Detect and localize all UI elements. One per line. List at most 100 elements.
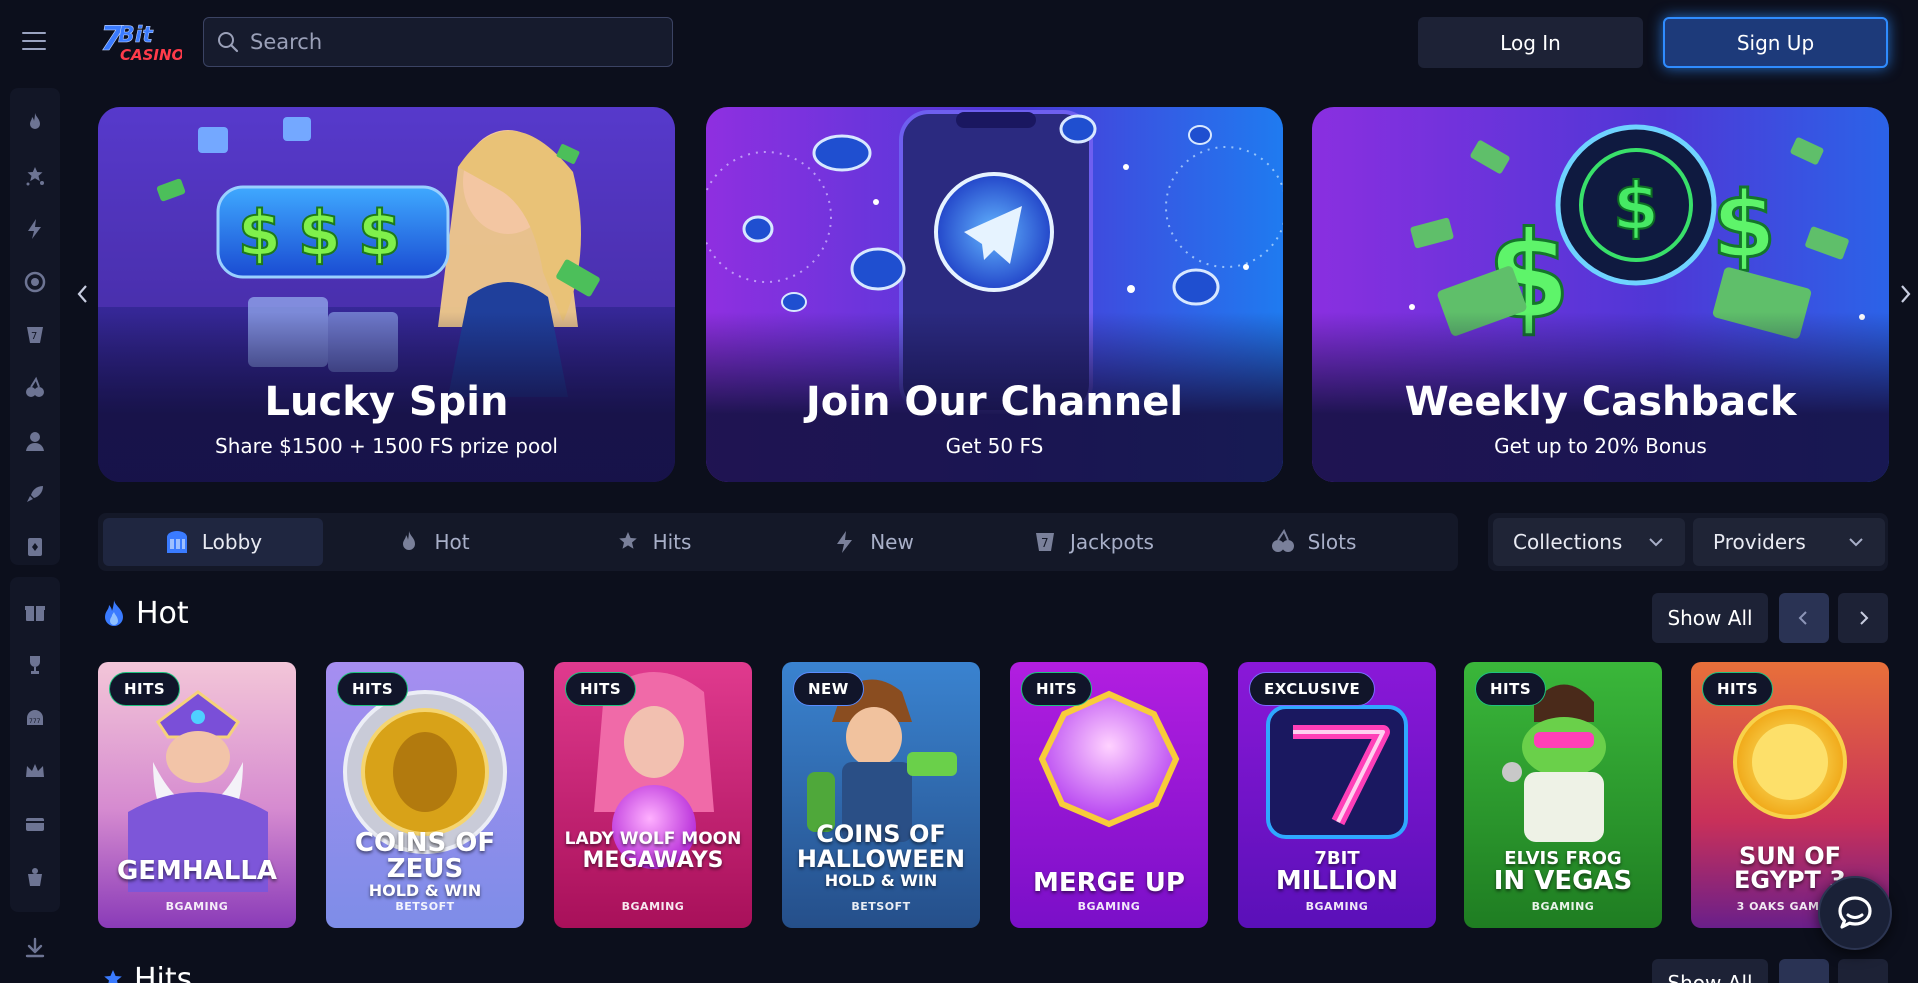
cherries-icon (1271, 529, 1294, 552)
sidebar-item-live[interactable] (10, 414, 60, 467)
tab-jackpots[interactable]: 7 Jackpots (983, 518, 1203, 566)
game-title-main: LADY WOLF MOON (564, 829, 742, 849)
banner-join-channel[interactable]: Join Our Channel Get 50 FS (706, 107, 1283, 482)
chat-icon (1838, 896, 1872, 929)
hits-prev-button[interactable] (1779, 959, 1829, 983)
filter-dropdowns: Collections Providers (1488, 513, 1888, 571)
banner-lucky-spin[interactable]: $ $ $ Lucky Spin Share $1500 + 1500 FS p… (98, 107, 675, 482)
game-subtitle: HOLD & WIN (368, 881, 482, 900)
tab-label: Jackpots (1070, 530, 1154, 554)
hits-next-button[interactable] (1838, 959, 1888, 983)
banner-subtitle: Get 50 FS (945, 434, 1044, 458)
sidebar-item-bonuses[interactable] (10, 585, 60, 638)
chevron-left-icon (1798, 611, 1807, 625)
section-title-hot: Hot (100, 596, 189, 631)
tab-label: Slots (1307, 530, 1357, 554)
game-card-7bit-million[interactable]: EXCLUSIVE 7BIT MILLION BGAMING (1238, 662, 1436, 928)
sidebar-item-slots[interactable] (10, 361, 60, 414)
hot-next-button[interactable] (1838, 593, 1888, 643)
collections-dropdown[interactable]: Collections (1493, 518, 1685, 566)
svg-text:$: $ (238, 197, 281, 270)
sidebar-item-hits[interactable] (10, 149, 60, 202)
sidebar-item-crash[interactable] (10, 467, 60, 520)
game-title: ELVIS FROG IN VEGAS (1470, 850, 1656, 896)
svg-text:7: 7 (31, 331, 37, 342)
search-input[interactable] (250, 30, 650, 54)
show-all-hits-button[interactable]: Show All (1652, 959, 1768, 983)
banner-title: Lucky Spin (264, 379, 509, 425)
sidebar-item-jackpots[interactable]: 7 (10, 308, 60, 361)
game-card-coins-of-zeus[interactable]: HITS COINS OF ZEUS HOLD & WIN BETSOFT (326, 662, 524, 928)
signup-button[interactable]: Sign Up (1663, 17, 1888, 68)
providers-dropdown[interactable]: Providers (1693, 518, 1885, 566)
game-provider: BGAMING (1531, 900, 1595, 913)
game-badge: HITS (337, 672, 409, 706)
tab-label: Lobby (201, 530, 263, 554)
tab-hot[interactable]: Hot (323, 518, 543, 566)
stars-icon (26, 166, 44, 185)
sidebar-item-shop[interactable] (10, 850, 60, 903)
sidebar-item-tournaments[interactable] (10, 638, 60, 691)
banner-weekly-cashback[interactable]: $ $ $ Weekly Cashback Get up to 20% Bonu… (1312, 107, 1889, 482)
game-title: GEMHALLA (116, 856, 278, 886)
game-subtitle: MEGAWAYS (582, 848, 724, 873)
sidebar-item-target[interactable] (10, 255, 60, 308)
sidebar-item-payments[interactable] (10, 797, 60, 850)
fire-icon (403, 531, 416, 550)
game-title: LADY WOLF MOON MEGAWAYS (560, 830, 746, 874)
game-card-elvis-frog[interactable]: HITS ELVIS FROG IN VEGAS BGAMING (1464, 662, 1662, 928)
dealer-icon (26, 431, 44, 451)
game-provider: BGAMING (1305, 900, 1369, 913)
game-title-main: COINS OF HALLOWEEN (796, 820, 966, 873)
tab-label: Hits (652, 530, 692, 554)
svg-text:777: 777 (29, 718, 41, 725)
game-title-main: COINS OF ZEUS (354, 828, 496, 884)
banner-next-button[interactable] (1895, 282, 1915, 306)
jackpot-icon: 7 (27, 326, 43, 343)
category-tabs: Lobby Hot Hits New 7 Jackpots Slots (98, 513, 1458, 571)
chevron-down-icon (1849, 538, 1863, 547)
game-subtitle: IN VEGAS (1493, 866, 1633, 896)
sidebar-item-download[interactable] (10, 926, 60, 970)
login-button[interactable]: Log In (1418, 17, 1643, 68)
sidebar-promotions: 777 (10, 577, 60, 912)
target-icon (24, 271, 46, 292)
tab-slots[interactable]: Slots (1203, 518, 1423, 566)
banner-prev-button[interactable] (73, 282, 93, 306)
sidebar-item-lottery[interactable]: 777 (10, 691, 60, 744)
game-badge: HITS (1702, 672, 1774, 706)
game-card-coins-of-halloween[interactable]: NEW COINS OF HALLOWEEN HOLD & WIN BETSOFT (782, 662, 980, 928)
menu-icon[interactable] (22, 32, 46, 52)
game-title: COINS OF ZEUS HOLD & WIN (332, 830, 518, 900)
game-card-merge-up[interactable]: HITS MERGE UP BGAMING (1010, 662, 1208, 928)
game-provider: BGAMING (165, 900, 229, 913)
tab-new[interactable]: New (763, 518, 983, 566)
sidebar-item-table-games[interactable] (10, 520, 60, 573)
game-card-lady-wolf-moon[interactable]: HITS LADY WOLF MOON MEGAWAYS BGAMING (554, 662, 752, 928)
chevron-left-icon (77, 285, 87, 303)
hot-prev-button[interactable] (1779, 593, 1829, 643)
svg-text:$: $ (298, 197, 341, 270)
game-card-gemhalla[interactable]: HITS GEMHALLA BGAMING (98, 662, 296, 928)
sidebar-item-new[interactable] (10, 202, 60, 255)
search-bar[interactable] (203, 17, 673, 67)
section-title-text: Hits (134, 962, 193, 983)
sidebar-item-hot[interactable] (10, 96, 60, 149)
crown-icon (26, 763, 44, 777)
casino-logo[interactable]: 7 Bit CASINO (98, 16, 185, 66)
tab-lobby[interactable]: Lobby (103, 518, 323, 566)
rocket-icon (27, 485, 43, 502)
banner-subtitle: Get up to 20% Bonus (1494, 434, 1707, 458)
game-provider: BGAMING (621, 900, 685, 913)
cards-icon (28, 537, 42, 556)
live-chat-button[interactable] (1818, 876, 1892, 950)
game-title: 7BIT MILLION (1244, 850, 1430, 895)
wallet-icon (26, 817, 44, 831)
tab-hits[interactable]: Hits (543, 518, 763, 566)
sidebar-item-vip[interactable] (10, 744, 60, 797)
lottery-icon: 777 (27, 709, 43, 725)
fire-icon (105, 599, 123, 626)
game-badge: HITS (565, 672, 637, 706)
banner-title: Weekly Cashback (1404, 379, 1797, 425)
show-all-hot-button[interactable]: Show All (1652, 593, 1768, 643)
